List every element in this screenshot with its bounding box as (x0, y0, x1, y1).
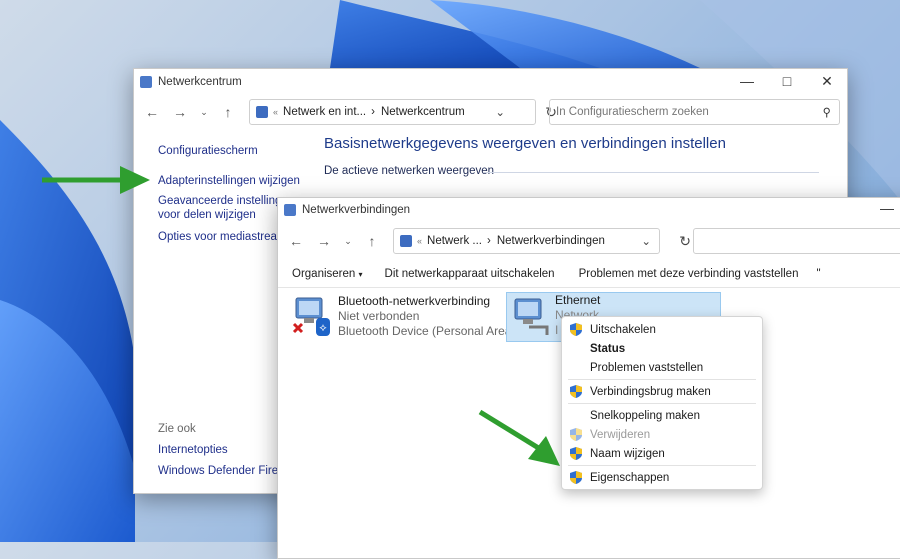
diagnose-button[interactable]: Problemen met deze verbinding vaststelle… (579, 268, 799, 280)
menu-separator (568, 403, 756, 404)
sidebar-link-control-panel[interactable]: Configuratiescherm (158, 145, 258, 157)
menu-item-properties[interactable]: Eigenschappen (562, 468, 762, 487)
menu-item-label: Verwijderen (590, 428, 651, 441)
forward-icon[interactable]: → (312, 233, 336, 249)
breadcrumb-current[interactable]: Netwerkverbindingen (497, 235, 605, 247)
overflow-chevron-icon: « (273, 107, 279, 117)
breadcrumb-root[interactable]: Netwerk ... (427, 235, 482, 247)
disable-device-button[interactable]: Dit netwerkapparaat uitschakelen (385, 268, 555, 280)
menu-separator (568, 379, 756, 380)
maximize-button[interactable]: □ (767, 69, 807, 95)
menu-item-bridge[interactable]: Verbindingsbrug maken (562, 382, 762, 401)
organize-button[interactable]: Organiseren ▾ (292, 268, 363, 280)
menu-separator (568, 465, 756, 466)
sidebar-link-adapter-settings[interactable]: Adapterinstellingen wijzigen (158, 175, 300, 187)
connection-status: Niet verbonden (338, 309, 420, 323)
bluetooth-network-icon: ⟡ (292, 297, 330, 336)
title-bar: Netwerkcentrum — □ ✕ (134, 69, 847, 95)
search-placeholder: In Configuratiescherm zoeken (556, 106, 709, 118)
address-bar[interactable]: « Netwerk ... › Netwerkverbindingen ⌄ ↻ (393, 228, 691, 254)
more-commands-button[interactable]: " (816, 268, 820, 280)
svg-text:⟡: ⟡ (319, 321, 326, 334)
page-heading: Basisnetwerkgegevens weergeven en verbin… (324, 135, 726, 152)
recent-locations-icon[interactable]: ⌄ (336, 236, 360, 247)
see-also-label: Zie ook (158, 423, 196, 435)
search-icon: ⚲ (822, 107, 831, 119)
active-networks-label: De actieve netwerken weergeven (324, 165, 495, 177)
forward-icon[interactable]: → (168, 104, 192, 120)
menu-item-shortcut[interactable]: Snelkoppeling maken (562, 406, 762, 425)
shield-icon (570, 471, 582, 487)
shield-icon (570, 447, 582, 463)
search-input[interactable]: In Configuratiescherm zoeken ⚲ (549, 99, 840, 125)
chevron-down-icon[interactable]: ⌄ (641, 234, 651, 248)
network-connections-icon (284, 204, 296, 216)
shield-icon (570, 428, 582, 444)
connection-name: Bluetooth-netwerkverbinding (338, 294, 491, 308)
sidebar-link-advanced-sharing[interactable]: Geavanceerde instellingen (158, 195, 294, 207)
close-button[interactable]: ✕ (807, 69, 847, 95)
address-bar[interactable]: « Netwerk en int... › Netwerkcentrum ⌄ ↻ (249, 99, 557, 125)
menu-item-label: Eigenschappen (590, 471, 670, 484)
chevron-right-icon: › (371, 106, 375, 118)
menu-item-status[interactable]: Status (562, 339, 762, 358)
window-title: Netwerkcentrum (158, 76, 242, 88)
search-input[interactable] (693, 228, 900, 254)
shield-icon (570, 385, 582, 401)
organize-label: Organiseren (292, 268, 356, 280)
chevron-down-icon: ▾ (358, 270, 363, 279)
connection-name: Ethernet (555, 293, 601, 307)
menu-item-label: Uitschakelen (590, 323, 656, 336)
connection-bluetooth[interactable]: ⟡ Bluetooth-netwerkverbinding Niet verbo… (290, 294, 525, 339)
chevron-down-icon[interactable]: ⌄ (495, 105, 505, 119)
shield-icon (570, 323, 582, 339)
menu-item-label: Problemen vaststellen (590, 361, 704, 374)
network-center-icon (140, 76, 152, 88)
menu-item-diagnose[interactable]: Problemen vaststellen (562, 358, 762, 377)
minimize-button[interactable]: — (727, 69, 767, 95)
minimize-button[interactable]: — (880, 200, 894, 216)
title-bar: Netwerkverbindingen — (278, 198, 900, 222)
up-icon[interactable]: ↑ (216, 104, 240, 120)
menu-item-label: Status (590, 342, 626, 355)
divider (484, 172, 819, 173)
navigation-bar: ← → ⌄ ↑ « Netwerk ... › Netwerkverbindin… (278, 222, 900, 260)
menu-item-label: Naam wijzigen (590, 447, 665, 460)
menu-item-label: Snelkoppeling maken (590, 409, 700, 422)
refresh-icon[interactable]: ↻ (679, 233, 691, 250)
menu-item-delete: Verwijderen (562, 425, 762, 444)
navigation-bar: ← → ⌄ ↑ « Netwerk en int... › Netwerkcen… (134, 95, 847, 129)
back-icon[interactable]: ← (284, 233, 308, 249)
overflow-chevron-icon: « (417, 236, 423, 246)
control-panel-icon (400, 235, 412, 247)
connection-device: Bluetooth Device (Personal Area ... (338, 324, 525, 338)
sidebar-link-advanced-sharing-2[interactable]: voor delen wijzigen (158, 209, 256, 221)
control-panel-icon (256, 106, 268, 118)
back-icon[interactable]: ← (140, 104, 164, 120)
breadcrumb-current[interactable]: Netwerkcentrum (381, 106, 465, 118)
recent-locations-icon[interactable]: ⌄ (192, 107, 216, 118)
menu-item-disable[interactable]: Uitschakelen (562, 320, 762, 339)
command-bar: Organiseren ▾ Dit netwerkapparaat uitsch… (278, 261, 900, 288)
menu-item-label: Verbindingsbrug maken (590, 385, 711, 398)
chevron-right-icon: › (486, 235, 491, 247)
breadcrumb-root[interactable]: Netwerk en int... (283, 106, 366, 118)
see-also-internet-options[interactable]: Internetopties (158, 444, 228, 456)
menu-item-rename[interactable]: Naam wijzigen (562, 444, 762, 463)
up-icon[interactable]: ↑ (360, 233, 384, 249)
window-title: Netwerkverbindingen (302, 204, 411, 216)
context-menu: Uitschakelen Status Problemen vaststelle… (561, 316, 763, 490)
ethernet-icon (514, 298, 549, 335)
